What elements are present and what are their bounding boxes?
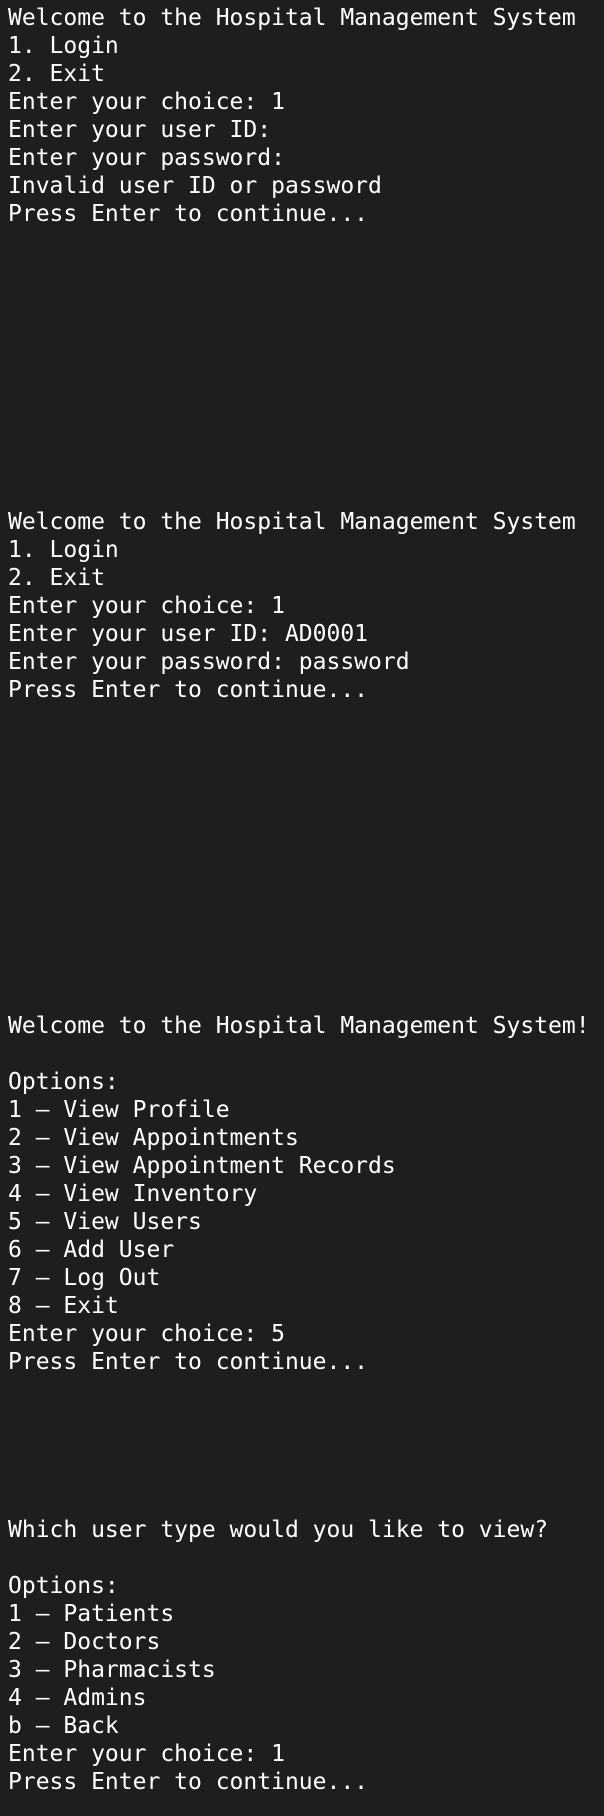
menu-option-view-users: 5 – View Users (8, 1209, 202, 1235)
choice-prompt: Enter your choice: 1 (8, 593, 285, 619)
menu-option-view-appointments: 2 – View Appointments (8, 1125, 299, 1151)
login-success-screen: Welcome to the Hospital Management Syste… (8, 508, 600, 704)
welcome-banner: Welcome to the Hospital Management Syste… (8, 1013, 590, 1039)
terminal-window[interactable]: Welcome to the Hospital Management Syste… (0, 0, 604, 1816)
menu-option-admins: 4 – Admins (8, 1685, 147, 1711)
options-heading: Options: (8, 1573, 119, 1599)
choice-prompt: Enter your choice: 5 (8, 1321, 285, 1347)
menu-option-back: b – Back (8, 1713, 119, 1739)
login-failed-screen: Welcome to the Hospital Management Syste… (8, 4, 600, 228)
continue-prompt: Press Enter to continue... (8, 677, 369, 703)
menu-option-exit: 8 – Exit (8, 1293, 119, 1319)
continue-prompt: Press Enter to continue... (8, 1349, 369, 1375)
user-type-question: Which user type would you like to view? (8, 1517, 549, 1543)
options-heading: Options: (8, 1069, 119, 1095)
welcome-banner: Welcome to the Hospital Management Syste… (8, 5, 576, 31)
menu-option-exit: 2. Exit (8, 61, 105, 87)
menu-option-login: 1. Login (8, 33, 119, 59)
menu-option-view-profile: 1 – View Profile (8, 1097, 230, 1123)
menu-option-pharmacists: 3 – Pharmacists (8, 1657, 216, 1683)
admin-menu-screen: Welcome to the Hospital Management Syste… (8, 1012, 600, 1376)
password-prompt: Enter your password: password (8, 649, 410, 675)
user-type-menu-screen: Which user type would you like to view? … (8, 1516, 600, 1796)
welcome-banner: Welcome to the Hospital Management Syste… (8, 509, 576, 535)
choice-prompt: Enter your choice: 1 (8, 89, 285, 115)
menu-option-view-appointment-records: 3 – View Appointment Records (8, 1153, 396, 1179)
user-id-prompt: Enter your user ID: AD0001 (8, 621, 369, 647)
menu-option-add-user: 6 – Add User (8, 1237, 175, 1263)
menu-option-patients: 1 – Patients (8, 1601, 175, 1627)
menu-option-exit: 2. Exit (8, 565, 105, 591)
error-message: Invalid user ID or password (8, 173, 382, 199)
user-id-prompt: Enter your user ID: (8, 117, 272, 143)
choice-prompt: Enter your choice: 1 (8, 1741, 285, 1767)
continue-prompt: Press Enter to continue... (8, 201, 369, 227)
menu-option-log-out: 7 – Log Out (8, 1265, 161, 1291)
menu-option-doctors: 2 – Doctors (8, 1629, 161, 1655)
menu-option-view-inventory: 4 – View Inventory (8, 1181, 258, 1207)
password-prompt: Enter your password: (8, 145, 285, 171)
continue-prompt: Press Enter to continue... (8, 1769, 369, 1795)
menu-option-login: 1. Login (8, 537, 119, 563)
